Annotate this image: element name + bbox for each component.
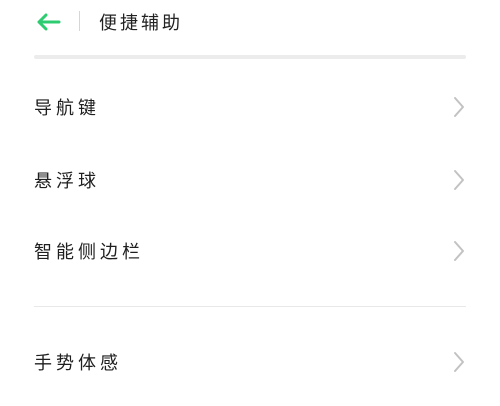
page-title: 便捷辅助 <box>99 13 183 34</box>
list-item-label: 智能侧边栏 <box>34 242 144 263</box>
list-item-label: 导航键 <box>34 98 100 119</box>
header: 便捷辅助 <box>0 0 500 44</box>
back-button[interactable] <box>30 8 66 36</box>
group-divider <box>34 306 466 307</box>
chevron-right-icon <box>454 97 464 117</box>
list-item-label: 悬浮球 <box>34 171 100 192</box>
list-item-navigation-keys[interactable]: 导航键 <box>34 84 466 130</box>
list-item-smart-sidebar[interactable]: 智能侧边栏 <box>34 228 466 274</box>
list-item-floating-ball[interactable]: 悬浮球 <box>34 157 466 203</box>
header-separator <box>34 55 466 59</box>
arrow-left-icon <box>37 13 61 31</box>
chevron-right-icon <box>454 241 464 261</box>
chevron-right-icon <box>454 352 464 372</box>
settings-screen: 便捷辅助 导航键 悬浮球 智能侧边栏 手势体感 <box>0 0 500 406</box>
header-divider <box>79 11 80 31</box>
list-item-gestures-motions[interactable]: 手势体感 <box>34 339 466 385</box>
list-item-label: 手势体感 <box>34 353 122 374</box>
chevron-right-icon <box>454 170 464 190</box>
